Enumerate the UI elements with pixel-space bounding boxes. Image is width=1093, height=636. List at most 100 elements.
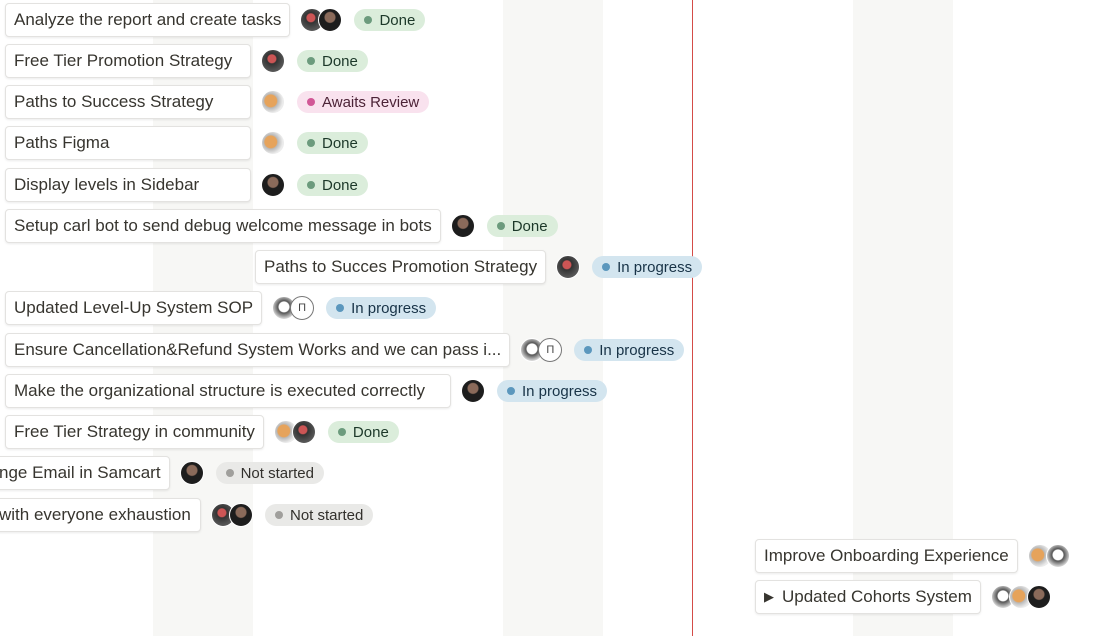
avatar: [291, 420, 316, 444]
task-title: with everyone exhaustion: [0, 505, 191, 524]
avatar: [261, 173, 285, 197]
task-card[interactable]: Paths to Success Strategy: [5, 85, 251, 119]
status-label: In progress: [599, 341, 675, 359]
status-badge: Done: [297, 132, 368, 154]
status-label: Done: [352, 423, 389, 441]
timeline-task-row[interactable]: Free Tier Promotion Strategy Done: [5, 43, 368, 79]
timeline-task-row[interactable]: Updated Level-Up System SOP П In progress: [5, 290, 437, 326]
status-dot-icon: [275, 511, 283, 519]
task-card[interactable]: Improve Onboarding Experience: [755, 539, 1018, 573]
avatar: [556, 255, 581, 279]
timeline-task-row[interactable]: Improve Onboarding Experience: [755, 538, 1070, 574]
avatar: [261, 49, 285, 73]
assignee-avatars[interactable]: [261, 173, 285, 197]
status-label: In progress: [522, 382, 598, 400]
status-label: In progress: [617, 258, 693, 276]
status-badge: Done: [327, 421, 399, 443]
timeline-task-row[interactable]: Ensure Cancellation&Refund System Works …: [5, 332, 685, 368]
assignee-avatars[interactable]: [179, 461, 204, 485]
assignee-avatars[interactable]: П: [272, 296, 315, 320]
task-title: Setup carl bot to send debug welcome mes…: [14, 216, 432, 235]
assignee-avatars[interactable]: [273, 420, 316, 444]
timeline-task-row[interactable]: ▶ Updated Cohorts System: [755, 579, 1051, 615]
status-label: Done: [322, 176, 358, 194]
status-dot-icon: [307, 57, 315, 65]
expand-toggle-icon[interactable]: ▶: [764, 589, 774, 605]
today-marker-line: [692, 0, 693, 636]
avatar: [179, 461, 204, 485]
status-label: Done: [322, 52, 358, 70]
assignee-avatars[interactable]: [300, 8, 343, 32]
avatar: [450, 214, 475, 238]
task-card[interactable]: Analyze the report and create tasks: [5, 3, 291, 37]
avatar: П: [290, 296, 315, 320]
timeline-task-row[interactable]: with everyone exhaustion Not started: [0, 497, 374, 533]
timeline-task-row[interactable]: Paths to Succes Promotion Strategy In pro…: [255, 249, 703, 285]
task-card[interactable]: Free Tier Strategy in community: [5, 415, 264, 449]
task-card[interactable]: ▶ Updated Cohorts System: [755, 580, 981, 614]
avatar: [318, 8, 343, 32]
status-badge: In progress: [326, 297, 437, 319]
status-badge: In progress: [497, 380, 608, 402]
timeline-task-row[interactable]: nge Email in Samcart Not started: [0, 455, 324, 491]
timeline-task-row[interactable]: Analyze the report and create tasks Done: [5, 2, 426, 38]
status-badge: Done: [297, 174, 368, 196]
task-title: Updated Cohorts System: [782, 587, 972, 606]
status-badge: In progress: [574, 339, 685, 361]
task-card[interactable]: Paths Figma: [5, 126, 251, 160]
task-card[interactable]: Paths to Succes Promotion Strategy: [255, 250, 547, 284]
timeline-task-row[interactable]: Free Tier Strategy in community Done: [5, 414, 399, 450]
task-title: Free Tier Promotion Strategy: [14, 51, 233, 70]
timeline-task-row[interactable]: Display levels in Sidebar Done: [5, 167, 368, 203]
task-title: nge Email in Samcart: [0, 463, 161, 482]
task-title: Paths to Success Strategy: [14, 92, 214, 111]
task-title: Paths to Succes Promotion Strategy: [264, 257, 538, 276]
assignee-avatars[interactable]: [261, 131, 285, 155]
assignee-avatars[interactable]: [211, 503, 253, 527]
status-dot-icon: [584, 346, 593, 354]
task-title: Make the organizational structure is exe…: [14, 381, 426, 400]
task-card[interactable]: nge Email in Samcart: [0, 456, 170, 490]
assignee-avatars[interactable]: П: [520, 338, 563, 362]
status-badge: In progress: [592, 256, 703, 278]
status-badge: Done: [354, 9, 426, 31]
task-card[interactable]: Ensure Cancellation&Refund System Works …: [5, 333, 511, 367]
status-label: Done: [322, 134, 358, 152]
timeline-task-row[interactable]: Make the organizational structure is exe…: [5, 373, 608, 409]
status-dot-icon: [364, 16, 373, 24]
timeline-task-row[interactable]: Paths Figma Done: [5, 125, 368, 161]
assignee-avatars[interactable]: [261, 49, 285, 73]
status-label: In progress: [351, 299, 427, 317]
avatar: [261, 90, 285, 114]
timeline-task-row[interactable]: Setup carl bot to send debug welcome mes…: [5, 208, 558, 244]
avatar: [461, 379, 485, 403]
status-label: Not started: [290, 506, 364, 524]
task-title: Analyze the report and create tasks: [14, 10, 282, 29]
task-card[interactable]: Setup carl bot to send debug welcome mes…: [5, 209, 441, 243]
task-title: Paths Figma: [14, 133, 110, 152]
task-card[interactable]: Display levels in Sidebar: [5, 168, 251, 202]
task-card[interactable]: Make the organizational structure is exe…: [5, 374, 451, 408]
assignee-avatars[interactable]: [556, 255, 581, 279]
status-badge: Done: [486, 215, 558, 237]
assignee-avatars[interactable]: [450, 214, 475, 238]
status-label: Done: [511, 217, 548, 235]
assignee-avatars[interactable]: [990, 585, 1051, 609]
task-title: Free Tier Strategy in community: [14, 422, 255, 441]
status-badge: Not started: [265, 504, 374, 526]
timeline-task-row[interactable]: Paths to Success Strategy Awaits Review: [5, 84, 430, 120]
assignee-avatars[interactable]: [461, 379, 485, 403]
assignee-avatars[interactable]: [1027, 544, 1070, 568]
status-dot-icon: [507, 387, 515, 395]
task-card[interactable]: Free Tier Promotion Strategy: [5, 44, 251, 78]
avatar: П: [538, 338, 563, 362]
task-card[interactable]: Updated Level-Up System SOP: [5, 291, 263, 325]
status-dot-icon: [307, 139, 315, 147]
status-label: Done: [379, 11, 416, 29]
task-card[interactable]: with everyone exhaustion: [0, 498, 201, 532]
assignee-avatars[interactable]: [261, 90, 285, 114]
status-dot-icon: [602, 263, 611, 271]
status-label: Awaits Review: [322, 93, 420, 111]
status-dot-icon: [307, 98, 315, 106]
status-dot-icon: [496, 222, 505, 230]
